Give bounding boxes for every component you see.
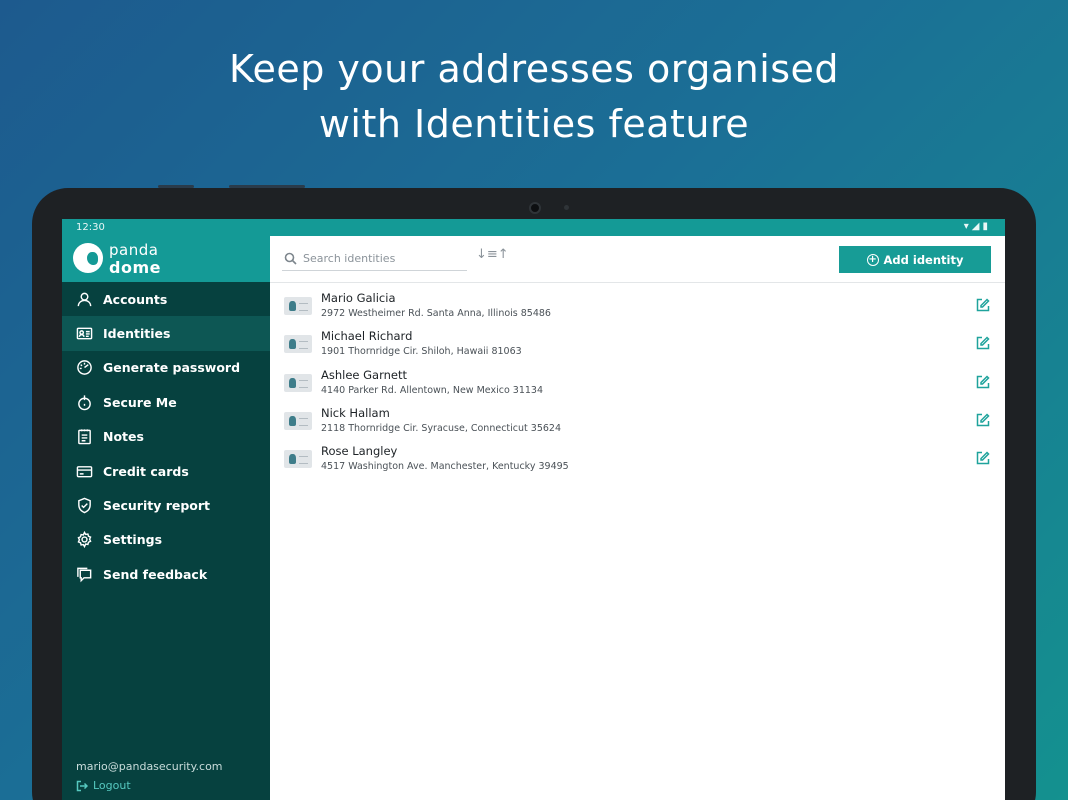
sidebar-item-label: Identities bbox=[103, 326, 171, 342]
sidebar-item-label: Credit cards bbox=[103, 463, 189, 479]
identity-name: Ashlee Garnett bbox=[321, 367, 408, 382]
identity-address: 1901 Thornridge Cir. Shiloh, Hawaii 8106… bbox=[321, 346, 522, 358]
add-circle-icon: + bbox=[866, 253, 879, 266]
identity-card-icon bbox=[284, 450, 312, 469]
search-box bbox=[282, 246, 467, 271]
sidebar-item-label: Secure Me bbox=[103, 394, 177, 410]
edit-icon[interactable] bbox=[976, 450, 991, 465]
identities-list: Mario Galicia 2972 Westheimer Rd. Santa … bbox=[270, 283, 1005, 482]
identity-card-icon bbox=[284, 373, 312, 392]
sort-button[interactable]: ↓≡↑ bbox=[476, 247, 509, 262]
id-card-icon bbox=[75, 325, 93, 343]
identity-address: 4140 Parker Rd. Allentown, New Mexico 31… bbox=[321, 384, 543, 396]
sidebar-item-label: Accounts bbox=[103, 291, 168, 307]
shield-check-icon bbox=[75, 497, 93, 515]
sidebar-item-label: Send feedback bbox=[103, 566, 208, 582]
sidebar-item-identities[interactable]: Identities bbox=[62, 316, 270, 351]
add-identity-label: Add identity bbox=[883, 252, 964, 267]
identity-address: 2118 Thornridge Cir. Syracuse, Connectic… bbox=[321, 422, 561, 434]
identity-card-icon bbox=[284, 297, 312, 315]
feedback-icon bbox=[75, 565, 93, 583]
password-generator-icon bbox=[75, 359, 93, 377]
identity-name: Michael Richard bbox=[321, 329, 413, 344]
sidebar-item-label: Settings bbox=[103, 532, 163, 548]
sidebar-item-credit-cards[interactable]: Credit cards bbox=[62, 454, 270, 488]
sidebar-item-generate-password[interactable]: Generate password bbox=[62, 351, 270, 385]
edit-icon[interactable] bbox=[976, 412, 991, 427]
edit-icon[interactable] bbox=[976, 374, 991, 389]
sidebar: panda dome Accounts Identities Generate … bbox=[62, 236, 270, 800]
edit-icon[interactable] bbox=[976, 335, 991, 350]
add-identity-button[interactable]: + Add identity bbox=[839, 246, 991, 273]
system-status-icons: ▾◢▮ bbox=[963, 221, 991, 232]
brand-word-panda: panda bbox=[109, 241, 159, 259]
sidebar-item-label: Generate password bbox=[103, 360, 241, 376]
status-bar: 12:30 ▾◢▮ bbox=[62, 219, 1005, 236]
list-item[interactable]: Michael Richard 1901 Thornridge Cir. Shi… bbox=[270, 329, 1005, 367]
promo-headline: Keep your addresses organised with Ident… bbox=[0, 42, 1068, 152]
toolbar: ↓≡↑ + Add identity bbox=[270, 236, 1005, 283]
sidebar-nav: Accounts Identities Generate password Se… bbox=[62, 282, 270, 592]
camera-sensor bbox=[564, 205, 569, 210]
identity-name: Rose Langley bbox=[321, 444, 398, 459]
search-icon bbox=[284, 252, 297, 265]
sidebar-item-label: Notes bbox=[103, 429, 144, 445]
edit-icon[interactable] bbox=[976, 297, 991, 312]
identity-name: Nick Hallam bbox=[321, 405, 390, 420]
credit-card-icon bbox=[75, 462, 93, 480]
sidebar-item-security-report[interactable]: Security report bbox=[62, 488, 270, 522]
logout-icon bbox=[76, 780, 88, 791]
list-item[interactable]: Nick Hallam 2118 Thornridge Cir. Syracus… bbox=[270, 406, 1005, 444]
brand-logo: panda dome bbox=[62, 236, 270, 282]
sidebar-item-label: Security report bbox=[103, 498, 211, 514]
list-item[interactable]: Ashlee Garnett 4140 Parker Rd. Allentown… bbox=[270, 368, 1005, 406]
app-screen: 12:30 ▾◢▮ panda dome Accounts Identities… bbox=[62, 219, 1005, 800]
sidebar-item-notes[interactable]: Notes bbox=[62, 420, 270, 454]
list-item[interactable]: Rose Langley 4517 Washington Ave. Manche… bbox=[270, 444, 1005, 482]
logout-label: Logout bbox=[93, 779, 131, 792]
camera-lens bbox=[529, 202, 541, 214]
brand-word-dome: dome bbox=[109, 258, 161, 277]
gear-icon bbox=[75, 531, 93, 549]
status-time: 12:30 bbox=[76, 222, 105, 233]
user-icon bbox=[75, 290, 93, 308]
headline-line-1: Keep your addresses organised bbox=[228, 47, 840, 91]
secure-me-icon bbox=[75, 393, 93, 411]
sidebar-item-send-feedback[interactable]: Send feedback bbox=[62, 557, 270, 591]
identity-name: Mario Galicia bbox=[321, 291, 396, 305]
identity-card-icon bbox=[284, 335, 312, 354]
sidebar-item-accounts[interactable]: Accounts bbox=[62, 282, 270, 316]
list-item[interactable]: Mario Galicia 2972 Westheimer Rd. Santa … bbox=[270, 291, 1005, 329]
sidebar-item-secure-me[interactable]: Secure Me bbox=[62, 385, 270, 419]
identities-panel: ↓≡↑ + Add identity Mario Galicia 2972 We… bbox=[270, 236, 1005, 800]
sidebar-item-settings[interactable]: Settings bbox=[62, 523, 270, 557]
user-email: mario@pandasecurity.com bbox=[76, 760, 223, 773]
notes-icon bbox=[75, 428, 93, 446]
identity-address: 2972 Westheimer Rd. Santa Anna, Illinois… bbox=[321, 308, 551, 319]
identity-card-icon bbox=[284, 411, 312, 430]
panda-logo-icon bbox=[73, 243, 103, 273]
logout-link[interactable]: Logout bbox=[76, 779, 131, 792]
identity-address: 4517 Washington Ave. Manchester, Kentuck… bbox=[321, 461, 569, 473]
search-input[interactable] bbox=[303, 251, 463, 265]
headline-line-2: with Identities feature bbox=[318, 102, 750, 146]
